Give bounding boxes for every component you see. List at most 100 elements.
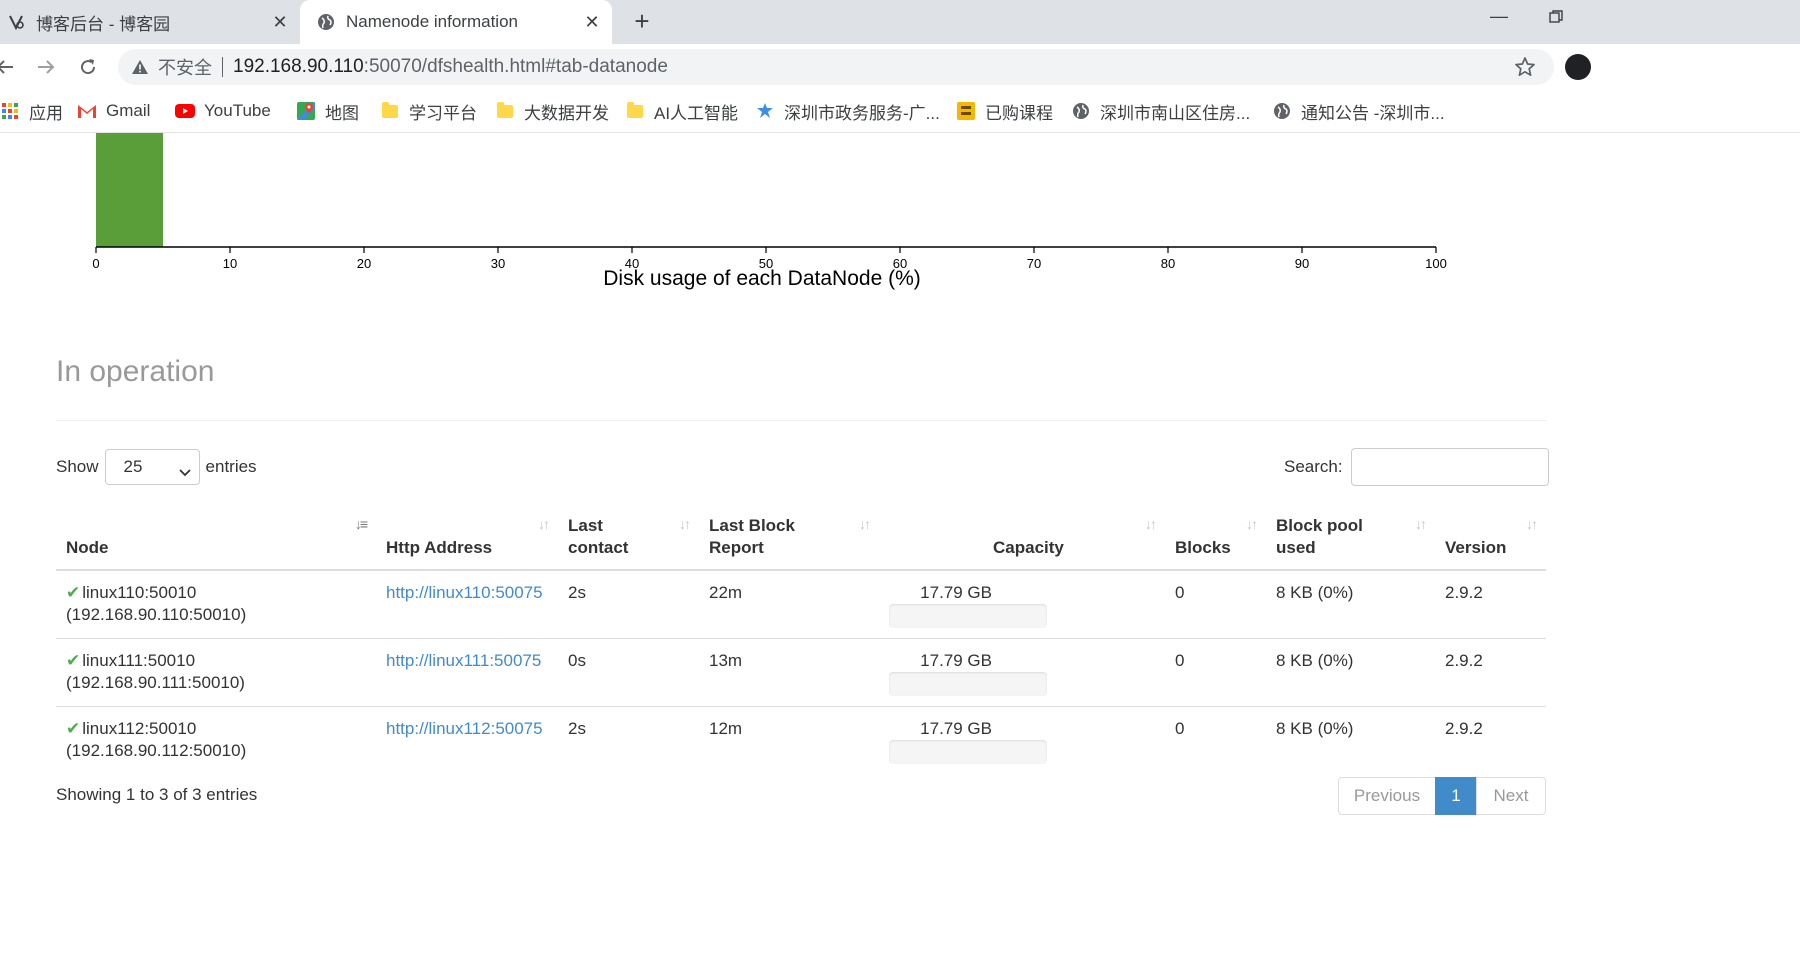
gmail-icon (77, 101, 97, 121)
bookmark-gov-service[interactable]: 深圳市政务服务-广... (755, 99, 940, 123)
blocks-cell: 0 (1165, 706, 1266, 774)
reload-icon[interactable] (75, 54, 101, 80)
bookmark-courses[interactable]: 已购课程 (956, 99, 1053, 123)
url-path: :50070/dfshealth.html#tab-datanode (363, 56, 668, 77)
header-blocks[interactable]: Blocks ↓↑ (1165, 503, 1266, 571)
page-length-value: 25 (123, 457, 143, 476)
gov-icon (755, 101, 775, 121)
node-ip: (192.168.90.110:50010) (66, 605, 247, 624)
bookmark-youtube[interactable]: YouTube (175, 99, 271, 123)
header-last-block-report[interactable]: Last Block Report ↓↑ (699, 503, 879, 571)
sort-icon: ↓↑ (859, 516, 871, 532)
header-block-pool-used[interactable]: Block pool used ↓↑ (1266, 503, 1435, 571)
x-tick-label: 20 (357, 256, 371, 271)
node-cell: ✔ linux110:50010 (192.168.90.110:50010) (56, 570, 376, 639)
x-tick-label: 0 (92, 256, 99, 271)
back-arrow-icon[interactable] (0, 54, 18, 80)
close-icon[interactable]: ✕ (268, 10, 292, 34)
last-contact-cell: 2s (568, 583, 586, 602)
http-address-link[interactable]: http://linux110:50075 (386, 583, 543, 602)
bookmark-star-icon[interactable] (1514, 56, 1536, 83)
bookmark-folder-ai[interactable]: AI人工智能 (625, 99, 738, 123)
bookmark-label: 地图 (325, 103, 359, 123)
course-icon (956, 101, 976, 121)
divider (56, 420, 1546, 421)
header-http-address[interactable]: Http Address ↓↑ (376, 503, 558, 571)
address-bar[interactable]: 不安全 192.168.90.110:50070/dfshealth.html#… (118, 49, 1554, 85)
tab-strip: 博客后台 - 博客园 ✕ Namenode information ✕ + — (0, 0, 1800, 44)
bookmark-label: 已购课程 (985, 103, 1053, 123)
next-page-button[interactable]: Next (1476, 777, 1546, 815)
browser-toolbar: 不安全 192.168.90.110:50070/dfshealth.html#… (0, 44, 1800, 90)
last-contact-cell: 2s (558, 706, 699, 774)
header-capacity[interactable]: Capacity ↓↑ (879, 503, 1165, 571)
capacity-value: 17.79 GB (920, 651, 992, 670)
last-contact-cell: 0s (558, 638, 699, 707)
table-row: ✔ linux111:50010 (192.168.90.111:50010) ht… (56, 638, 1546, 707)
histogram-bar (96, 133, 163, 247)
blocks-cell: 0 (1165, 638, 1266, 707)
folder-icon (495, 101, 515, 121)
page-length-control: Show 25 entries (56, 448, 257, 486)
table-info: Showing 1 to 3 of 3 entries (56, 785, 258, 804)
bookmark-label: 深圳市南山区住房... (1100, 103, 1251, 123)
header-label: used (1276, 538, 1316, 557)
header-last-contact[interactable]: Last contact ↓↑ (558, 503, 699, 571)
http-address-link[interactable]: http://linux111:50075 (386, 651, 541, 670)
http-address-link[interactable]: http://linux112:50075 (386, 719, 543, 738)
previous-page-button[interactable]: Previous (1338, 777, 1436, 815)
page-1-button[interactable]: 1 (1435, 777, 1477, 815)
x-tick-label: 90 (1295, 256, 1309, 271)
maximize-icon[interactable] (1549, 8, 1563, 29)
bookmark-notice[interactable]: 通知公告 -深圳市... (1272, 99, 1445, 123)
bookmark-housing[interactable]: 深圳市南山区住房... (1071, 99, 1250, 123)
bookmark-gmail[interactable]: Gmail (77, 99, 150, 123)
capacity-value: 17.79 GB (920, 583, 992, 602)
bookmark-label: 深圳市政务服务-广... (784, 103, 940, 123)
search-label: Search: (1284, 457, 1343, 476)
show-label: Show (56, 457, 99, 476)
header-label: Version (1445, 538, 1507, 557)
block-pool-used-cell: 8 KB (0%) (1266, 706, 1435, 774)
bookmark-label: 学习平台 (409, 103, 477, 123)
chevron-down-icon (178, 462, 191, 482)
x-tick-label: 100 (1425, 256, 1447, 271)
check-icon: ✔ (66, 719, 81, 738)
bookmark-folder-bigdata[interactable]: 大数据开发 (495, 99, 609, 123)
forward-arrow-icon[interactable] (33, 54, 59, 80)
node-cell: ✔ linux112:50010 (192.168.90.112:50010) (56, 706, 376, 774)
http-cell: http://linux110:50075 (376, 570, 558, 639)
page-length-select[interactable]: 25 (104, 449, 200, 485)
bookmark-label: YouTube (204, 101, 271, 120)
youtube-icon (175, 101, 195, 121)
bookmark-maps[interactable]: 地图 (296, 99, 359, 123)
header-label: contact (568, 538, 629, 557)
new-tab-button[interactable]: + (628, 8, 656, 36)
header-label: Last Block (709, 516, 795, 535)
tab-blog[interactable]: 博客后台 - 博客园 ✕ (0, 0, 300, 44)
capacity-bar (889, 604, 1047, 628)
url-text: 192.168.90.110:50070/dfshealth.html#tab-… (233, 56, 668, 78)
bookmark-apps[interactable]: 应用 (0, 99, 63, 123)
close-icon[interactable]: ✕ (580, 10, 604, 34)
header-node[interactable]: Node ↓≡ (56, 503, 376, 571)
header-label: Block pool (1276, 516, 1363, 535)
folder-icon (625, 101, 645, 121)
search-input[interactable] (1350, 448, 1549, 486)
last-block-report-cell: 22m (709, 583, 743, 602)
capacity-bar (889, 672, 1047, 696)
x-tick-label: 70 (1027, 256, 1041, 271)
capacity-cell: 17.79 GB (879, 706, 1165, 774)
tab-namenode[interactable]: Namenode information ✕ (300, 0, 612, 44)
node-name: linux112:50010 (82, 719, 197, 738)
warning-icon[interactable] (130, 57, 150, 77)
check-icon: ✔ (66, 651, 81, 670)
bookmarks-bar: 应用 Gmail YouTube 地图 学习平台 大数据开发 AI人工智能 深圳… (0, 90, 1800, 133)
sort-descending-icon: ↓≡ (354, 516, 368, 532)
minimize-icon[interactable]: — (1490, 6, 1508, 27)
profile-avatar[interactable] (1565, 54, 1591, 80)
bookmark-folder-study[interactable]: 学习平台 (380, 99, 477, 123)
header-version[interactable]: Version ↓↑ (1435, 503, 1546, 571)
sort-icon: ↓↑ (1526, 516, 1538, 532)
sort-icon: ↓↑ (538, 516, 550, 532)
